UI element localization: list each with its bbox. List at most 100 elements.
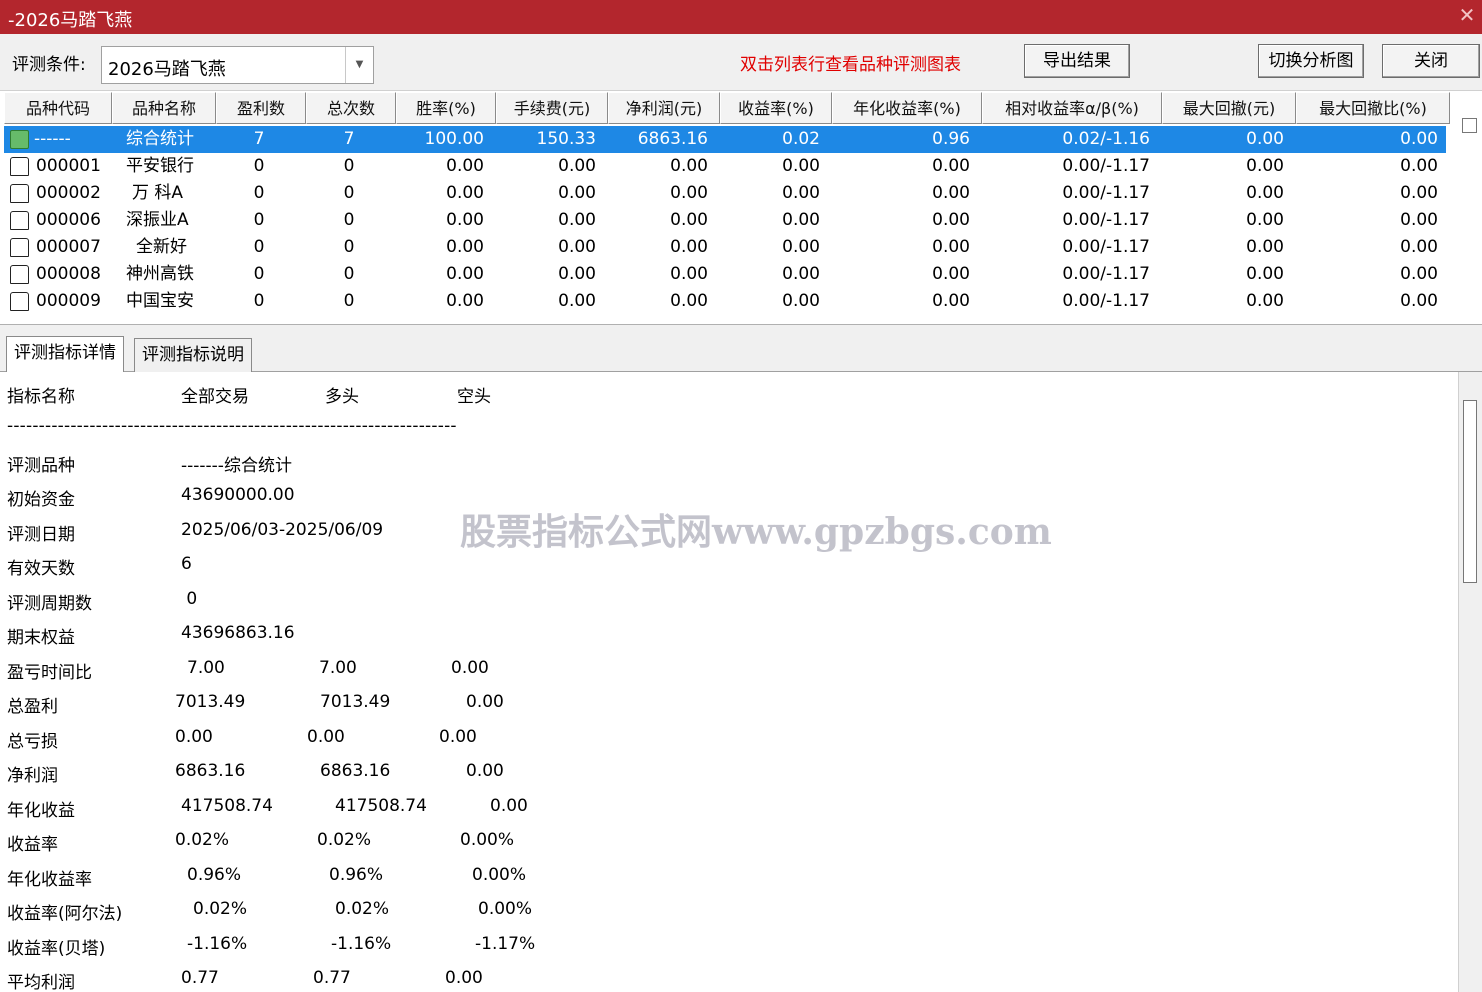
cell-wins: 0 [253,291,265,311]
cell-net-profit: 0.00 [670,156,708,176]
row-marker-icon [10,184,29,203]
cell-alpha-beta: 0.00/-1.17 [1062,183,1150,203]
metric-all: 0.77 [181,968,219,988]
column-header-max-drawdown[interactable]: 最大回撤(元) [1162,92,1296,124]
metric-all: 7013.49 [175,692,246,712]
table-row[interactable]: 000006 深振业A 0 0 0.00 0.00 0.00 0.00 0.00… [4,207,1446,234]
cell-max-drawdown-ratio: 0.00 [1400,129,1438,149]
table-row[interactable]: ------ 综合统计 7 7 100.00 150.33 6863.16 0.… [4,126,1446,153]
grid-header: 品种代码 品种名称 盈利数 总次数 胜率(%) 手续费(元) 净利润(元) 收益… [4,92,1450,124]
metric-short: 0.00% [478,899,533,919]
column-header-win-rate[interactable]: 胜率(%) [396,92,496,124]
cell-name: 综合统计 [126,129,194,149]
chevron-down-icon[interactable]: ▼ [345,47,373,83]
cell-name: 全新好 [136,237,187,257]
cell-total: 0 [343,210,355,230]
row-marker-icon [10,238,29,257]
column-header-total[interactable]: 总次数 [306,92,396,124]
cell-wins: 0 [253,183,265,203]
metric-short: 0.00 [445,968,483,988]
metric-label: 有效天数 [7,559,75,579]
table-row[interactable]: 000009 中国宝安 0 0 0.00 0.00 0.00 0.00 0.00… [4,288,1446,315]
cell-alpha-beta: 0.02/-1.16 [1062,129,1150,149]
cell-code: ------ [34,129,71,149]
watermark-text: 股票指标公式网www.gpzbgs.com [460,511,1052,553]
cell-win-rate: 0.00 [446,210,484,230]
metric-label: 净利润 [7,766,58,786]
metric-all: 6 [181,554,192,574]
cell-code: 000001 [36,156,101,176]
cell-max-drawdown-ratio: 0.00 [1400,156,1438,176]
cell-code: 000008 [36,264,101,284]
table-row[interactable]: 000002 万 科A 0 0 0.00 0.00 0.00 0.00 0.00… [4,180,1446,207]
cell-return: 0.00 [782,237,820,257]
cell-alpha-beta: 0.00/-1.17 [1062,156,1150,176]
cell-wins: 0 [253,210,265,230]
metric-label: 评测周期数 [7,594,92,614]
metric-short: 0.00 [439,727,477,747]
cell-code: 000006 [36,210,101,230]
metric-long: 0.96% [329,865,384,885]
condition-value: 2026马踏飞燕 [108,59,226,80]
cell-max-drawdown: 0.00 [1246,264,1284,284]
metric-all: 7.00 [187,658,225,678]
metric-long: 417508.74 [335,796,427,816]
cell-win-rate: 0.00 [446,183,484,203]
cell-net-profit: 6863.16 [637,129,708,149]
metric-label: 总盈利 [7,697,58,717]
cell-net-profit: 0.00 [670,291,708,311]
cell-wins: 7 [253,129,265,149]
cell-code: 000002 [36,183,101,203]
cell-max-drawdown: 0.00 [1246,237,1284,257]
cell-total: 0 [343,156,355,176]
cell-win-rate: 0.00 [446,291,484,311]
cell-return: 0.00 [782,183,820,203]
metric-short: 0.00% [472,865,527,885]
tab-indicator-details[interactable]: 评测指标详情 [6,336,124,373]
column-header-return[interactable]: 收益率(%) [720,92,832,124]
column-header-net-profit[interactable]: 净利润(元) [608,92,720,124]
column-header-annual-return[interactable]: 年化收益率(%) [832,92,982,124]
grid-scrollbar[interactable] [1462,118,1477,133]
detail-scrollbar[interactable] [1458,372,1482,992]
cell-win-rate: 0.00 [446,156,484,176]
detail-report: 指标名称 全部交易 多头 空头 ------------------------… [0,372,1458,992]
grid-body: ------ 综合统计 7 7 100.00 150.33 6863.16 0.… [4,126,1446,324]
cell-max-drawdown: 0.00 [1246,291,1284,311]
metric-long: 0.02% [335,899,390,919]
switch-chart-button[interactable]: 切换分析图 [1258,44,1364,78]
column-header-alpha-beta[interactable]: 相对收益率α/β(%) [982,92,1162,124]
cell-return: 0.00 [782,210,820,230]
condition-select[interactable]: 2026马踏飞燕 ▼ [101,46,374,84]
column-header-wins[interactable]: 盈利数 [216,92,306,124]
table-row[interactable]: 000007 全新好 0 0 0.00 0.00 0.00 0.00 0.00 … [4,234,1446,261]
column-header-code[interactable]: 品种代码 [4,92,112,124]
metric-short: 0.00 [490,796,528,816]
row-marker-icon [10,130,29,149]
close-button[interactable]: 关闭 [1382,44,1480,78]
row-marker-icon [10,157,29,176]
column-header-fee[interactable]: 手续费(元) [496,92,608,124]
table-row[interactable]: 000001 平安银行 0 0 0.00 0.00 0.00 0.00 0.00… [4,153,1446,180]
close-window-icon[interactable]: ✕ [1456,4,1478,26]
export-button[interactable]: 导出结果 [1024,44,1130,78]
cell-fee: 0.00 [558,291,596,311]
metric-long: 7013.49 [320,692,391,712]
column-header-max-drawdown-ratio[interactable]: 最大回撤比(%) [1296,92,1450,124]
cell-name: 万 科A [132,183,184,203]
cell-net-profit: 0.00 [670,264,708,284]
metric-short: 0.00 [466,692,504,712]
tab-indicator-description[interactable]: 评测指标说明 [134,338,252,372]
metric-long: 6863.16 [320,761,391,781]
panel-splitter[interactable] [0,324,1482,336]
table-row[interactable]: 000008 神州高铁 0 0 0.00 0.00 0.00 0.00 0.00… [4,261,1446,288]
metric-label: 评测品种 [7,456,75,476]
cell-fee: 150.33 [536,129,596,149]
cell-alpha-beta: 0.00/-1.17 [1062,291,1150,311]
row-marker-icon [10,265,29,284]
tab-bar: 评测指标详情 评测指标说明 [0,336,1482,373]
scrollbar-thumb[interactable] [1463,400,1477,583]
cell-code: 000009 [36,291,101,311]
cell-total: 0 [343,264,355,284]
column-header-name[interactable]: 品种名称 [112,92,216,124]
